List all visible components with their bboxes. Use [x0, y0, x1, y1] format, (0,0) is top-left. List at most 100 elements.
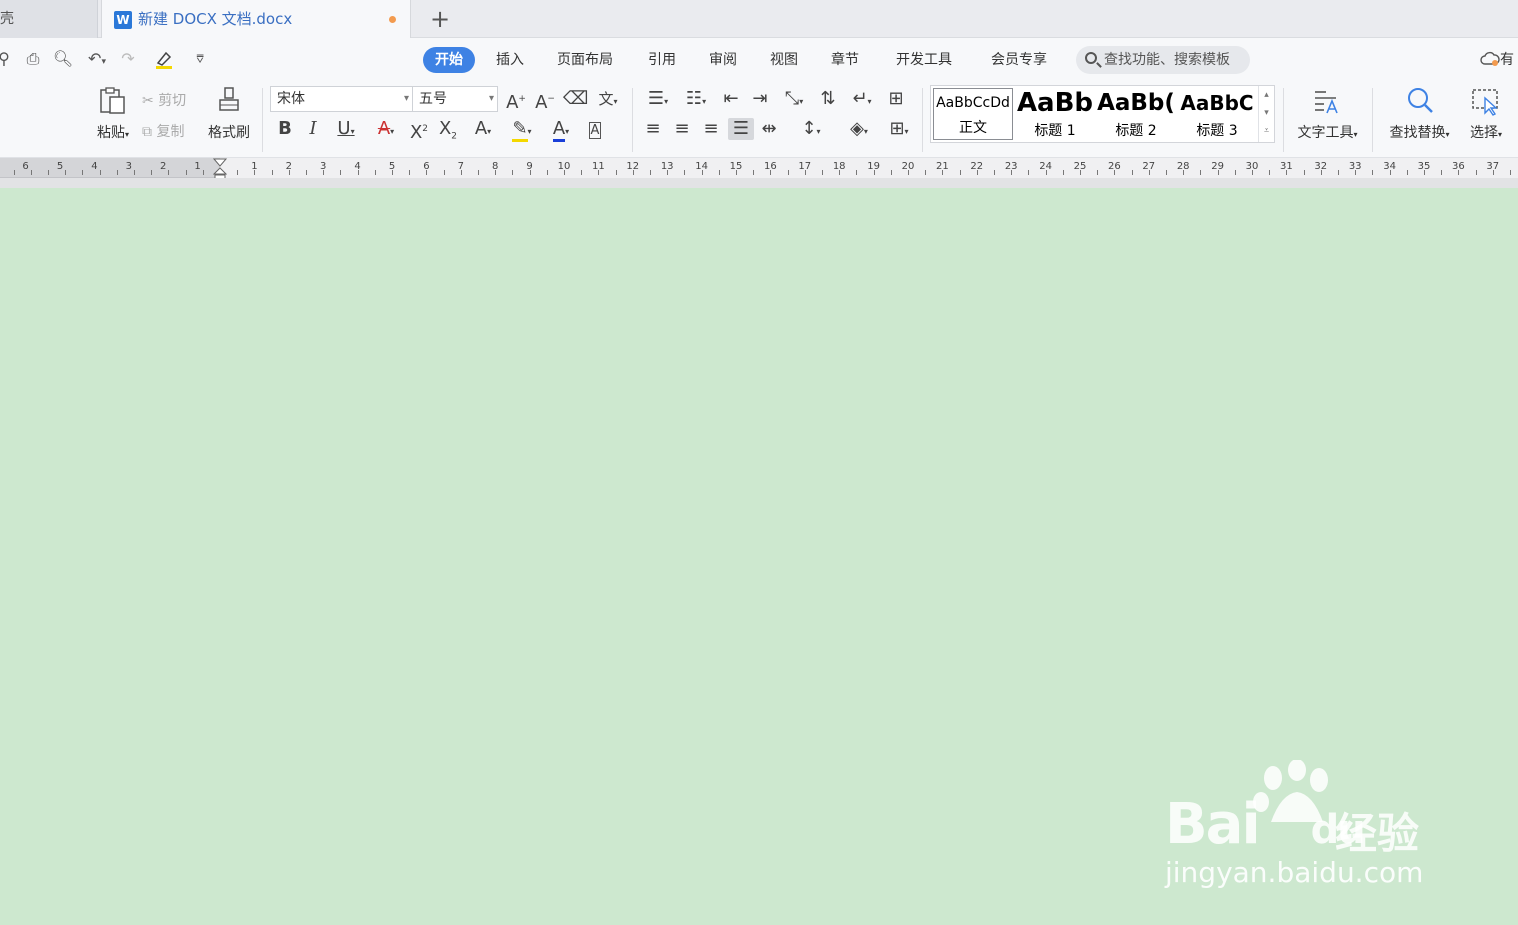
ruler-tick: [1080, 170, 1081, 175]
table-grid-icon[interactable]: ⊞: [885, 88, 907, 110]
tab-active-document[interactable]: W 新建 DOCX 文档.docx: [101, 0, 411, 39]
strikethrough-icon[interactable]: A▾: [370, 118, 402, 140]
menu-tab-references[interactable]: 引用: [648, 47, 676, 73]
align-right-icon[interactable]: ≡: [700, 118, 722, 140]
redo-button[interactable]: ↷: [118, 48, 138, 70]
highlight-color-icon[interactable]: ✎▾: [506, 118, 538, 142]
expand-gallery-icon[interactable]: ⩡: [1259, 122, 1274, 140]
ruler-tick: [667, 170, 669, 175]
character-border-icon[interactable]: A: [584, 118, 606, 140]
ruler-tick: [116, 170, 118, 175]
highlight-quick-button[interactable]: [146, 48, 182, 70]
baidu-jingyan-watermark: Bai du 经验 jingyan.baidu.com: [1163, 760, 1453, 900]
grow-font-icon[interactable]: A+: [505, 88, 527, 113]
ruler-tick: [288, 170, 290, 175]
new-tab-button[interactable]: +: [428, 6, 452, 32]
ruler-tick: [1234, 170, 1236, 175]
line-spacing-icon[interactable]: ↕▾: [795, 118, 827, 140]
justify-icon[interactable]: ☰: [728, 118, 754, 140]
ruler-tick: [770, 170, 772, 175]
font-color-icon[interactable]: A▾: [545, 118, 577, 142]
decrease-indent-icon[interactable]: ⇤: [720, 88, 742, 110]
ruler-tick: [908, 170, 909, 175]
bold-icon[interactable]: B: [274, 118, 296, 140]
find-replace-button[interactable]: 查找替换▾: [1382, 122, 1457, 142]
cloud-sync-status[interactable]: 有: [1480, 50, 1514, 70]
chinese-layout-icon[interactable]: ⤡▾: [778, 88, 810, 110]
shrink-font-icon[interactable]: A−: [534, 88, 556, 113]
cut-button[interactable]: ✂ 剪切: [142, 90, 202, 110]
ruler-tick: [48, 170, 49, 175]
ruler-tick: [1148, 170, 1150, 175]
menu-tab-page-layout[interactable]: 页面布局: [557, 47, 613, 73]
ruler-tick: [839, 170, 841, 175]
style-gallery-scroll[interactable]: ▴ ▾ ⩡: [1258, 86, 1274, 142]
show-marks-icon[interactable]: ↵▾: [846, 88, 878, 110]
sort-icon[interactable]: ⇅: [817, 88, 839, 110]
format-painter-button[interactable]: 格式刷: [204, 122, 254, 142]
menu-tab-chapter[interactable]: 章节: [831, 47, 859, 73]
ribbon-separator: [1283, 88, 1284, 152]
menu-tab-review[interactable]: 审阅: [709, 47, 737, 73]
ruler-tick: [460, 170, 462, 175]
increase-indent-icon[interactable]: ⇥: [749, 88, 771, 110]
function-search-input[interactable]: 查找功能、搜索模板: [1076, 46, 1250, 74]
style-heading-2[interactable]: AaBb( 标题 2: [1096, 88, 1176, 140]
customize-toolbar-icon[interactable]: ⩢: [190, 48, 210, 70]
ruler-tick: [753, 170, 755, 175]
ruler-number: 4: [91, 161, 98, 172]
ruler-tick: [426, 170, 428, 175]
tab-previous-document[interactable]: 壳: [0, 0, 98, 38]
menu-tab-home[interactable]: 开始: [423, 47, 475, 73]
align-center-icon[interactable]: ≡: [671, 118, 693, 140]
italic-icon[interactable]: I: [302, 118, 324, 140]
ruler-tick: [701, 170, 703, 175]
paste-button[interactable]: 粘贴▾: [92, 122, 134, 142]
phonetic-guide-icon[interactable]: 文▾: [592, 88, 624, 110]
style-normal[interactable]: AaBbCcDd 正文: [933, 88, 1013, 140]
numbered-list-icon[interactable]: ☷▾: [680, 88, 712, 110]
font-size-select[interactable]: 五号: [412, 86, 498, 112]
ruler-tick: [1011, 170, 1013, 175]
ruler-tick: [1252, 170, 1253, 175]
copy-button[interactable]: ⧉ 复制: [142, 121, 202, 141]
horizontal-ruler[interactable]: 6 5 4 3 2 1 1 2 3 4 5 6 7 8 9 10 11 12 13 14 15 16 17 18 19 20 21 2…: [0, 158, 1518, 182]
superscript-icon[interactable]: X2: [408, 118, 430, 143]
borders-icon[interactable]: ⊞▾: [883, 118, 915, 140]
scroll-down-icon[interactable]: ▾: [1259, 104, 1274, 122]
style-heading-1[interactable]: AaBb 标题 1: [1015, 88, 1095, 140]
align-left-icon[interactable]: ≡: [642, 118, 664, 140]
print-preview-icon[interactable]: 🔍︎: [52, 48, 74, 70]
bullet-list-icon[interactable]: ☰▾: [642, 88, 674, 110]
clear-format-icon[interactable]: ⌫: [563, 88, 588, 110]
select-button[interactable]: 选择▾: [1462, 122, 1510, 142]
scroll-up-icon[interactable]: ▴: [1259, 86, 1274, 104]
search-placeholder: 查找功能、搜索模板: [1104, 52, 1230, 68]
cloud-icon: [1480, 51, 1500, 66]
ribbon-separator: [632, 88, 633, 152]
link-icon[interactable]: ⚲: [0, 48, 14, 70]
menu-tab-view[interactable]: 视图: [770, 47, 798, 73]
tab-bar: 壳 W 新建 DOCX 文档.docx +: [0, 0, 1518, 39]
font-name-select[interactable]: 宋体: [270, 86, 413, 112]
ruler-tick: [959, 170, 961, 175]
style-heading-3[interactable]: AaBbC 标题 3: [1177, 88, 1257, 140]
watermark-logo-text: Bai du: [1165, 792, 1366, 857]
text-tools-button[interactable]: 文字工具▾: [1290, 122, 1365, 142]
print-icon[interactable]: ⎙: [22, 48, 44, 70]
distributed-align-icon[interactable]: ⇹: [758, 118, 780, 140]
text-effect-icon[interactable]: A▾: [467, 118, 499, 140]
ruler-tick: [890, 170, 892, 175]
ruler-tick: [1286, 170, 1288, 175]
ruler-number: 2: [160, 161, 167, 172]
unsaved-dot-icon: [389, 16, 396, 23]
shading-icon[interactable]: ◈▾: [843, 118, 875, 140]
ruler-tick: [1114, 170, 1116, 175]
underline-icon[interactable]: U▾: [330, 118, 362, 140]
undo-button[interactable]: ↶▾: [82, 48, 112, 70]
menu-tab-insert[interactable]: 插入: [496, 47, 524, 73]
menu-tab-developer[interactable]: 开发工具: [896, 47, 952, 73]
style-label: 标题 3: [1196, 123, 1238, 139]
subscript-icon[interactable]: X2: [437, 118, 459, 142]
menu-tab-membership[interactable]: 会员专享: [991, 47, 1047, 73]
